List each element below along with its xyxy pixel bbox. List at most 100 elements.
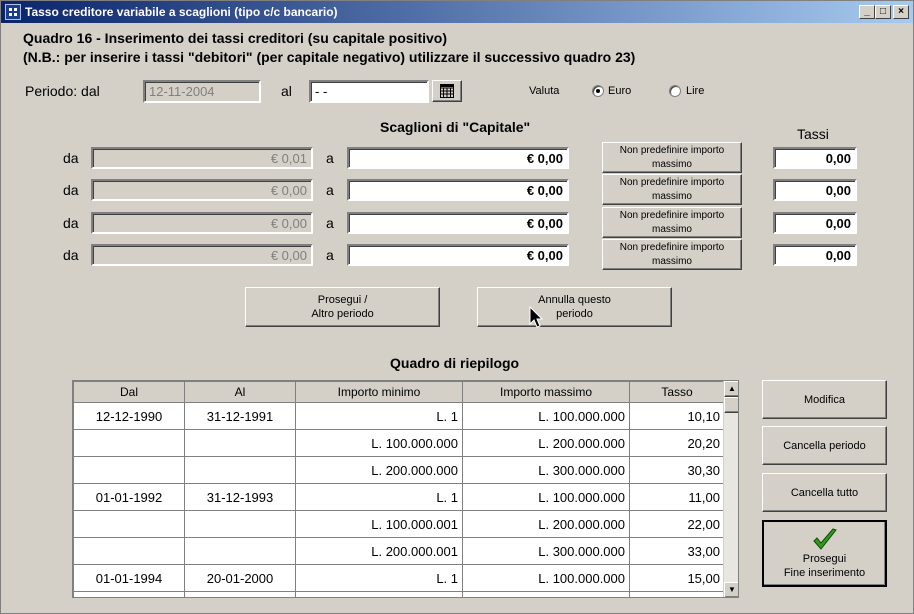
tasso-field[interactable]: 0,00 — [773, 244, 857, 266]
table-cell: L. 200.000.000 — [295, 456, 463, 484]
title-bar[interactable]: Tasso creditore variabile a scaglioni (t… — [1, 1, 913, 23]
section-heading: Quadro 16 - Inserimento dei tassi credit… — [23, 30, 447, 46]
table-cell: L. 1 — [295, 483, 463, 511]
table-cell: 01-01-1992 — [73, 483, 185, 511]
table-row[interactable]: L. 200.000.000 L. 300.000.000 30,30 — [73, 456, 725, 484]
table-cell: L. 200.000.001 — [295, 537, 463, 565]
fine-line1: Prosegui — [802, 552, 847, 565]
table-cell: 20,20 — [629, 429, 725, 457]
table-cell — [184, 510, 296, 538]
minimize-button[interactable]: _ — [859, 5, 875, 19]
dialog-window: Tasso creditore variabile a scaglioni (t… — [0, 0, 914, 614]
vertical-scrollbar[interactable]: ▲ ▼ — [723, 381, 738, 597]
table-row[interactable]: L. 200.000.001 L. 300.000.000 33,00 — [73, 537, 725, 565]
table-cell: 20-01-2000 — [184, 564, 296, 592]
periodo-al-field[interactable]: - - — [309, 80, 429, 103]
cancella-periodo-button[interactable]: Cancella periodo — [762, 426, 887, 465]
column-header[interactable]: Dal — [73, 381, 185, 403]
cancella-tutto-button[interactable]: Cancella tutto — [762, 473, 887, 512]
column-header[interactable]: Tasso — [629, 381, 725, 403]
table-cell — [73, 429, 185, 457]
modifica-button[interactable]: Modifica — [762, 380, 887, 419]
prosegui-line2: Altro periodo — [311, 308, 374, 320]
table-cell: 22,00 — [629, 510, 725, 538]
periodo-dal-label: Periodo: dal — [25, 83, 100, 99]
table-cell: L. 100.000.001 — [295, 591, 463, 597]
table-cell: L. 200.000.000 — [462, 429, 630, 457]
scaglioni-title: Scaglioni di "Capitale" — [380, 119, 531, 135]
da-label: da — [63, 215, 79, 231]
da-label: da — [63, 247, 79, 263]
tasso-field[interactable]: 0,00 — [773, 147, 857, 169]
table-row[interactable]: 01-01-1992 31-12-1993 L. 1 L. 100.000.000 11… — [73, 483, 725, 511]
calendar-button[interactable] — [432, 80, 462, 102]
table-cell: L. 100.000.000 — [462, 483, 630, 511]
non-predefinire-button[interactable]: Non predefinire importo massimo — [602, 239, 742, 270]
riepilogo-table-container: Dal Al Importo minimo Importo massimo Tasso … — [72, 380, 739, 598]
non-predefinire-button[interactable]: Non predefinire importo massimo — [602, 142, 742, 173]
fine-inserimento-button[interactable]: Prosegui Fine inserimento — [762, 520, 887, 587]
table-cell — [184, 591, 296, 597]
table-cell: 31-12-1993 — [184, 483, 296, 511]
scaglione-a-field[interactable]: € 0,00 — [347, 244, 569, 266]
annulla-periodo-button[interactable]: Annulla questo periodo — [477, 287, 672, 327]
scaglione-a-field[interactable]: € 0,00 — [347, 212, 569, 234]
table-cell: L. 100.000.000 — [462, 564, 630, 592]
table-row[interactable]: 12-12-1990 31-12-1991 L. 1 L. 100.000.000 10… — [73, 402, 725, 430]
a-label: a — [326, 150, 334, 166]
window-title: Tasso creditore variabile a scaglioni (t… — [25, 5, 338, 19]
maximize-button[interactable]: □ — [875, 5, 891, 19]
scroll-down-button[interactable]: ▼ — [724, 582, 738, 597]
table-cell: 11,00 — [629, 483, 725, 511]
euro-label: Euro — [608, 85, 632, 97]
table-cell: 25,00 — [629, 591, 725, 597]
tasso-field[interactable]: 0,00 — [773, 179, 857, 201]
scaglione-a-field[interactable]: € 0,00 — [347, 147, 569, 169]
table-row[interactable]: L. 100.000.001 L. 200.000.000 22,00 — [73, 510, 725, 538]
app-icon — [5, 4, 21, 20]
table-cell: L. 300.000.000 — [462, 537, 630, 565]
tasso-field[interactable]: 0,00 — [773, 212, 857, 234]
prosegui-altro-periodo-button[interactable]: Prosegui / Altro periodo — [245, 287, 440, 327]
non-predefinire-button[interactable]: Non predefinire importo massimo — [602, 207, 742, 238]
euro-radio[interactable] — [592, 85, 604, 97]
periodo-dal-field: 12-11-2004 — [143, 80, 261, 103]
riepilogo-table: Dal Al Importo minimo Importo massimo Tasso … — [73, 381, 725, 597]
fine-line2: Fine inserimento — [783, 566, 866, 579]
section-note: (N.B.: per inserire i tassi "debitori" (… — [23, 49, 636, 65]
table-cell — [73, 510, 185, 538]
da-label: da — [63, 150, 79, 166]
annulla-line1: Annulla questo — [538, 294, 611, 306]
scaglione-a-field[interactable]: € 0,00 — [347, 179, 569, 201]
table-cell — [73, 456, 185, 484]
scroll-thumb[interactable] — [724, 397, 738, 413]
column-header[interactable]: Importo massimo — [462, 381, 630, 403]
annulla-line2: periodo — [556, 308, 593, 320]
table-cell — [73, 591, 185, 597]
scaglione-da-field: € 0,00 — [91, 244, 313, 266]
table-cell: 10,10 — [629, 402, 725, 430]
scroll-up-button[interactable]: ▲ — [724, 381, 738, 397]
scaglione-da-field: € 0,00 — [91, 179, 313, 201]
table-row[interactable]: L. 100.000.000 L. 200.000.000 20,20 — [73, 429, 725, 457]
prosegui-line1: Prosegui / — [317, 294, 368, 306]
close-button[interactable]: × — [893, 5, 909, 19]
table-cell: L. 200.000.000 — [462, 510, 630, 538]
table-row[interactable]: L. 100.000.001L. 200.000.00025,00 — [73, 591, 725, 597]
mouse-cursor-icon — [529, 306, 544, 328]
table-row[interactable]: 01-01-1994 20-01-2000 L. 1 L. 100.000.000 15… — [73, 564, 725, 592]
table-cell: 30,30 — [629, 456, 725, 484]
column-header[interactable]: Importo minimo — [295, 381, 463, 403]
table-cell — [184, 537, 296, 565]
table-cell: L. 100.000.000 — [295, 429, 463, 457]
scaglione-da-field: € 0,01 — [91, 147, 313, 169]
table-cell: 12-12-1990 — [73, 402, 185, 430]
valuta-label: Valuta — [529, 85, 560, 97]
column-header[interactable]: Al — [184, 381, 296, 403]
table-cell: L. 1 — [295, 402, 463, 430]
lire-radio[interactable] — [669, 85, 681, 97]
tassi-label: Tassi — [797, 126, 829, 142]
scaglione-da-field: € 0,00 — [91, 212, 313, 234]
table-cell: 33,00 — [629, 537, 725, 565]
non-predefinire-button[interactable]: Non predefinire importo massimo — [602, 174, 742, 205]
